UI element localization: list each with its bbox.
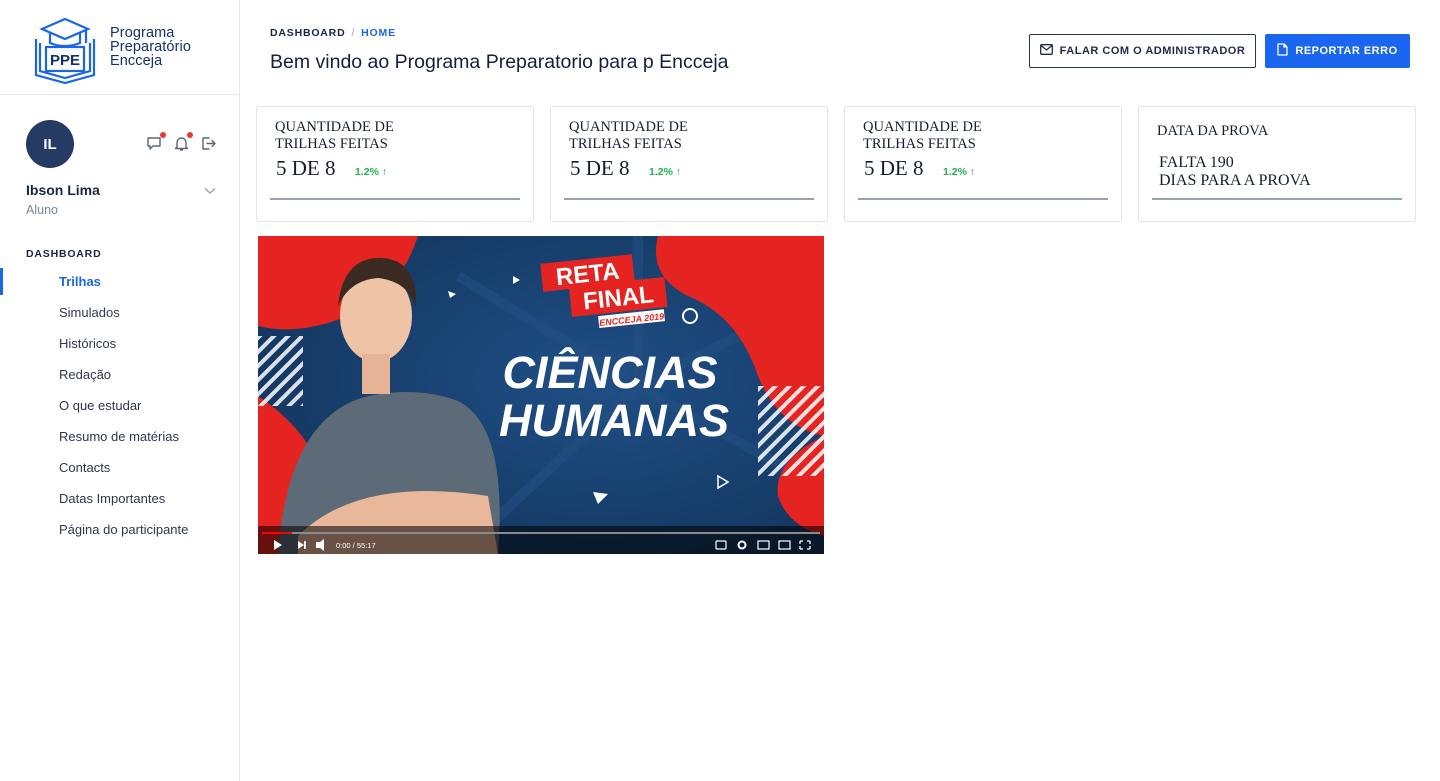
notification-dot (187, 132, 193, 138)
profile-actions (146, 132, 217, 152)
breadcrumb: DASHBOARD / HOME (270, 27, 396, 39)
sidebar-item-resumo-de-materias[interactable]: Resumo de matérias (0, 421, 240, 452)
sidebar-item-datas-importantes[interactable]: Datas Importantes (0, 483, 240, 514)
video-headline-1: CIÊNCIAS (502, 347, 717, 398)
logo-text: Programa Preparatório Encceja (110, 25, 191, 69)
stat-card: QUANTIDADE DE TRILHAS FEITAS 5 DE 8 1.2%… (256, 106, 534, 222)
stat-card-delta: 1.2% ↑ (943, 166, 976, 178)
breadcrumb-dashboard[interactable]: DASHBOARD (270, 27, 345, 39)
exam-countdown-line-2: DIAS PARA A PROVA (1159, 172, 1311, 189)
stat-card-divider (1152, 198, 1402, 200)
logout-icon[interactable] (200, 135, 217, 152)
user-menu[interactable]: Ibson Lima (26, 182, 216, 198)
exam-countdown: FALTA 190 DIAS PARA A PROVA (1159, 154, 1311, 190)
sidebar-item-redacao[interactable]: Redação (0, 359, 240, 390)
contact-admin-label: FALAR COM O ADMINISTRADOR (1059, 45, 1246, 57)
stat-card-divider (564, 198, 814, 200)
stat-card-divider (858, 198, 1108, 200)
logo-line-1: Programa (110, 25, 175, 41)
stat-card-label-line-1: QUANTIDADE DE (863, 119, 982, 135)
stat-card-divider (270, 198, 520, 200)
stat-card: QUANTIDADE DE TRILHAS FEITAS 5 DE 8 1.2%… (550, 106, 828, 222)
video-headline-2: HUMANAS (499, 395, 729, 446)
stat-card-label-line-2: TRILHAS FEITAS (863, 136, 976, 152)
sidebar-item-simulados[interactable]: Simulados (0, 297, 240, 328)
chat-icon[interactable] (146, 132, 166, 152)
logo[interactable]: PPE Programa Preparatório Encceja (0, 0, 239, 95)
stat-card-delta: 1.2% ↑ (649, 166, 682, 178)
stat-card-label: QUANTIDADE DE TRILHAS FEITAS (569, 119, 688, 153)
logo-line-2: Preparatório (110, 39, 191, 55)
mail-icon (1039, 44, 1053, 58)
user-name: Ibson Lima (26, 182, 100, 198)
stat-card-label-line-2: TRILHAS FEITAS (275, 136, 388, 152)
next-icon-bar (304, 541, 306, 549)
notification-dot (160, 132, 166, 138)
chevron-down-icon[interactable] (204, 182, 216, 198)
report-error-button[interactable]: REPORTAR ERRO (1265, 34, 1410, 68)
page-title: Bem vindo ao Programa Preparatorio para … (270, 51, 729, 73)
video-time: 0:00 / 55:17 (336, 541, 376, 550)
bell-icon[interactable] (173, 132, 193, 152)
stat-card-value: 5 DE 8 (570, 156, 630, 180)
nav-section-title: DASHBOARD (26, 248, 102, 260)
stat-card-label: QUANTIDADE DE TRILHAS FEITAS (275, 119, 394, 153)
stat-card-label: QUANTIDADE DE TRILHAS FEITAS (863, 119, 982, 153)
stat-card-label-line-1: QUANTIDADE DE (569, 119, 688, 135)
sidebar-nav: Trilhas Simulados Históricos Redação O q… (0, 266, 240, 545)
sidebar-item-o-que-estudar[interactable]: O que estudar (0, 390, 240, 421)
stat-card-label-line-2: TRILHAS FEITAS (569, 136, 682, 152)
exam-date-card: DATA DA PROVA FALTA 190 DIAS PARA A PROV… (1138, 106, 1416, 222)
sidebar-item-historicos[interactable]: Históricos (0, 328, 240, 359)
logo-line-3: Encceja (110, 53, 163, 69)
sidebar-item-trilhas[interactable]: Trilhas (0, 266, 240, 297)
avatar[interactable]: IL (26, 120, 74, 168)
exam-countdown-line-1: FALTA 190 (1159, 154, 1234, 171)
stat-card: QUANTIDADE DE TRILHAS FEITAS 5 DE 8 1.2%… (844, 106, 1122, 222)
ppe-logo-icon: PPE (32, 9, 98, 85)
stat-card-delta: 1.2% ↑ (355, 166, 388, 178)
contact-admin-button[interactable]: FALAR COM O ADMINISTRADOR (1029, 34, 1256, 68)
user-role: Aluno (26, 203, 58, 217)
breadcrumb-separator: / (351, 27, 356, 39)
stat-card-value: 5 DE 8 (276, 156, 336, 180)
sidebar: PPE Programa Preparatório Encceja IL Ibs… (0, 0, 240, 781)
breadcrumb-home[interactable]: HOME (361, 27, 396, 39)
svg-text:PPE: PPE (50, 52, 80, 69)
sidebar-item-contacts[interactable]: Contacts (0, 452, 240, 483)
stat-card-label-line-1: QUANTIDADE DE (275, 119, 394, 135)
main-content: DASHBOARD / HOME Bem vindo ao Programa Pre… (240, 0, 1440, 781)
user-profile: IL Ibson Lima Aluno (26, 120, 216, 217)
report-error-label: REPORTAR ERRO (1295, 45, 1398, 57)
video-player[interactable]: RETA FINAL ENCCEJA 2019 CIÊNCIAS HUMANAS… (258, 236, 824, 554)
exam-date-label: DATA DA PROVA (1157, 123, 1269, 139)
document-icon (1277, 43, 1289, 59)
stat-card-value: 5 DE 8 (864, 156, 924, 180)
sidebar-item-pagina-do-participante[interactable]: Página do participante (0, 514, 240, 545)
